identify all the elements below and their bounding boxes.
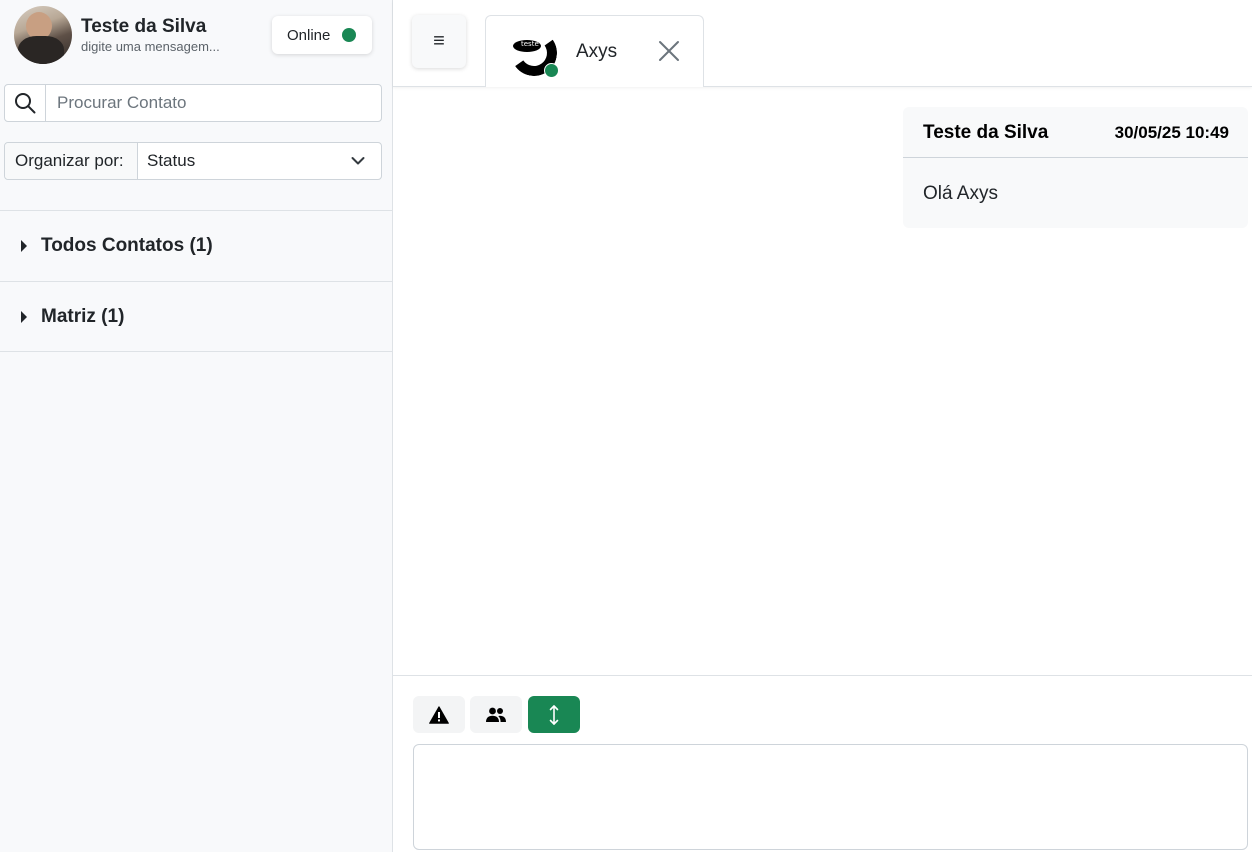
hamburger-menu-icon: ≡	[433, 30, 445, 52]
participants-button[interactable]	[470, 696, 522, 733]
sort-label: Organizar por:	[5, 143, 138, 179]
chat-panel: ≡ teste Axys Teste da Silva 30/05/25 10:…	[393, 0, 1252, 852]
avatar[interactable]	[14, 6, 72, 64]
contact-logo-text: teste	[521, 40, 539, 48]
message-sender: Teste da Silva	[923, 122, 1049, 143]
users-icon	[486, 707, 506, 722]
message-timestamp: 30/05/25 10:49	[1114, 123, 1229, 142]
message-composer	[393, 675, 1252, 852]
search-input[interactable]	[47, 85, 381, 121]
caret-right-icon	[21, 311, 27, 323]
avatar-body	[18, 36, 64, 64]
chevron-down-icon	[351, 157, 365, 165]
close-icon[interactable]	[658, 40, 680, 62]
profile-name: Teste da Silva	[81, 16, 207, 37]
sort-selected-value: Status	[147, 151, 196, 170]
online-status-dot-icon	[342, 28, 356, 42]
tab-axys[interactable]: teste Axys	[485, 15, 704, 87]
message-text: Olá Axys	[923, 183, 998, 204]
profile-status-message[interactable]: digite uma mensagem...	[81, 39, 220, 54]
group-all-contacts[interactable]: Todos Contatos (1)	[0, 210, 392, 281]
warning-icon	[429, 705, 449, 724]
group-label: Todos Contatos (1)	[41, 235, 213, 256]
tab-title: Axys	[576, 41, 618, 62]
contact-search	[4, 84, 382, 122]
warning-button[interactable]	[413, 696, 465, 733]
online-status-dot-icon	[544, 63, 559, 78]
caret-right-icon	[21, 240, 27, 252]
message-bubble: Teste da Silva 30/05/25 10:49 Olá Axys	[903, 107, 1248, 228]
message-header: Teste da Silva 30/05/25 10:49	[903, 107, 1248, 158]
resize-composer-button[interactable]	[528, 696, 580, 733]
group-matriz[interactable]: Matriz (1)	[0, 281, 392, 352]
resize-vertical-icon	[549, 704, 559, 725]
group-label: Matriz (1)	[41, 306, 125, 327]
presence-status-label: Online	[287, 26, 331, 44]
menu-button[interactable]: ≡	[412, 15, 466, 68]
sort-control: Organizar por: Status	[4, 142, 382, 180]
presence-status-button[interactable]: Online	[272, 16, 372, 54]
contact-avatar: teste	[511, 30, 559, 78]
sidebar: Teste da Silva digite uma mensagem... On…	[0, 0, 393, 852]
search-icon[interactable]	[5, 85, 46, 121]
sort-select[interactable]: Status	[139, 143, 381, 179]
message-input[interactable]	[413, 744, 1248, 850]
chat-topbar: ≡ teste Axys	[393, 0, 1252, 87]
